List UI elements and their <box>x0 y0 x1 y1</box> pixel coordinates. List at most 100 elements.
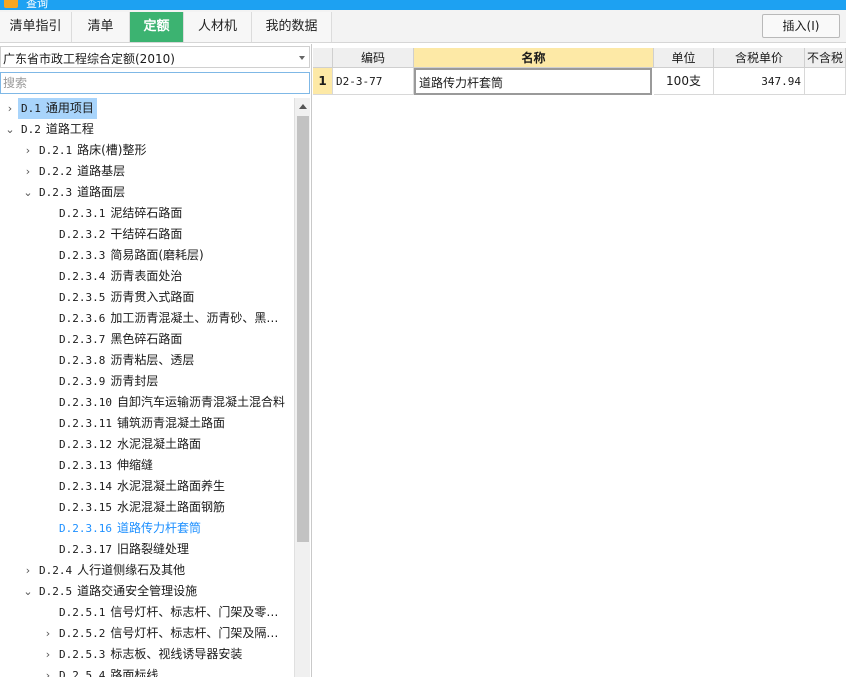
header-unit[interactable]: 单位 <box>654 48 714 68</box>
chevron-right-icon[interactable]: › <box>42 623 54 644</box>
tree-item[interactable]: D.2.3.10 自卸汽车运输沥青混凝土混合料 <box>0 392 294 413</box>
chevron-right-icon[interactable]: › <box>22 140 34 161</box>
tree-item-code: D.2.3.10 <box>59 396 112 409</box>
table-row[interactable]: 1 D2-3-77 道路传力杆套筒 100支 347.94 <box>313 68 846 95</box>
tree-item-name: 简易路面(磨耗层) <box>110 248 204 262</box>
tree-item[interactable]: › D.2.5.3 标志板、视线诱导器安装 <box>0 644 294 665</box>
tab-list-guide[interactable]: 清单指引 <box>0 12 72 42</box>
search-input[interactable] <box>0 72 310 94</box>
cell-tax-price[interactable]: 347.94 <box>714 68 805 95</box>
chevron-right-icon[interactable]: › <box>22 560 34 581</box>
tree-item-label: D.2.3.12 水泥混凝土路面 <box>56 434 204 455</box>
tree-item[interactable]: D.2.3.17 旧路裂缝处理 <box>0 539 294 560</box>
cell-name[interactable]: 道路传力杆套筒 <box>414 68 652 95</box>
tree-item-name: 道路面层 <box>77 185 126 199</box>
tree-item[interactable]: ⌄ D.2.5 道路交通安全管理设施 <box>0 581 294 602</box>
tree-item-code: D.2.5.1 <box>59 606 106 619</box>
tree-item[interactable]: D.2.3.7 黑色碎石路面 <box>0 329 294 350</box>
tree-scrollbar[interactable] <box>294 98 310 677</box>
tree-item[interactable]: D.2.3.12 水泥混凝土路面 <box>0 434 294 455</box>
scroll-thumb[interactable] <box>297 116 309 542</box>
tree-item-name: 水泥混凝土路面养生 <box>116 479 225 493</box>
header-code[interactable]: 编码 <box>333 48 414 68</box>
tab-list[interactable]: 清单 <box>72 12 130 42</box>
tree-item[interactable]: D.2.3.1 泥结碎石路面 <box>0 203 294 224</box>
insert-button[interactable]: 插入(I) <box>762 14 840 38</box>
chevron-right-icon[interactable]: › <box>4 98 16 119</box>
tree-item[interactable]: D.2.3.6 加工沥青混凝土、沥青砂、黑… <box>0 308 294 329</box>
tree-item-code: D.2.3.8 <box>59 354 106 367</box>
tree-item[interactable]: ⌄ D.2 道路工程 <box>0 119 294 140</box>
tree-item-label: D.2.2 道路基层 <box>36 161 128 182</box>
tree-item-code: D.2.3.17 <box>59 543 112 556</box>
tree-item-code: D.2.3.12 <box>59 438 112 451</box>
tree-item[interactable]: › D.1 通用项目 <box>0 98 294 119</box>
tree-item-label: D.2.3.15 水泥混凝土路面钢筋 <box>56 497 228 518</box>
header-rownum <box>313 48 333 68</box>
chevron-down-icon[interactable]: ⌄ <box>4 119 16 140</box>
header-name[interactable]: 名称 <box>414 48 654 68</box>
window-title: 查询 <box>26 0 48 10</box>
tree-item[interactable]: D.2.3.3 简易路面(磨耗层) <box>0 245 294 266</box>
tree-item[interactable]: D.2.3.4 沥青表面处治 <box>0 266 294 287</box>
tree-item[interactable]: D.2.3.14 水泥混凝土路面养生 <box>0 476 294 497</box>
tree-item[interactable]: › D.2.4 人行道侧缘石及其他 <box>0 560 294 581</box>
header-price-ex-tax[interactable]: 不含税 <box>805 48 846 68</box>
tree-item[interactable]: › D.2.5.4 路面标线 <box>0 665 294 677</box>
tree-item-code: D.2.3.16 <box>59 522 112 535</box>
chevron-down-icon[interactable]: ⌄ <box>22 581 34 602</box>
tree-item[interactable]: › D.2.1 路床(槽)整形 <box>0 140 294 161</box>
tree-item[interactable]: › D.2.5.2 信号灯杆、标志杆、门架及隔… <box>0 623 294 644</box>
tab-labor-material-machine[interactable]: 人材机 <box>184 12 252 42</box>
tree-item-label: D.2.3 道路面层 <box>36 182 128 203</box>
tree-item[interactable]: D.2.5.1 信号灯杆、标志杆、门架及零… <box>0 602 294 623</box>
tree-item[interactable]: D.2.3.15 水泥混凝土路面钢筋 <box>0 497 294 518</box>
tree-item-label: D.2.3.5 沥青贯入式路面 <box>56 287 197 308</box>
tree-item-label: D.2.5.4 路面标线 <box>56 665 161 677</box>
tree-item-code: D.1 <box>21 102 41 115</box>
tree-item[interactable]: D.2.3.16 道路传力杆套筒 <box>0 518 294 539</box>
tree-item-name: 加工沥青混凝土、沥青砂、黑… <box>110 311 279 325</box>
tree-item-name: 水泥混凝土路面钢筋 <box>116 500 225 514</box>
tree-item[interactable]: D.2.3.9 沥青封层 <box>0 371 294 392</box>
title-bar: 查询 <box>0 0 846 10</box>
tree-item-code: D.2.5.4 <box>59 669 106 677</box>
cell-unit[interactable]: 100支 <box>654 68 714 95</box>
tree-item-label: D.2.5.1 信号灯杆、标志杆、门架及零… <box>56 602 281 623</box>
header-tax-price[interactable]: 含税单价 <box>714 48 805 68</box>
app-icon <box>4 0 18 8</box>
library-select[interactable]: 广东省市政工程综合定额(2010) <box>0 46 310 68</box>
tab-my-data[interactable]: 我的数据 <box>252 12 332 42</box>
quota-tree: › D.1 通用项目 ⌄ D.2 道路工程 › D.2.1 路床(槽)整形 › D.2.2 道路基层 ⌄… <box>0 98 294 677</box>
tree-item[interactable]: D.2.3.2 干结碎石路面 <box>0 224 294 245</box>
tree-item[interactable]: D.2.3.8 沥青粘层、透层 <box>0 350 294 371</box>
scroll-up-icon[interactable] <box>299 104 307 109</box>
quota-grid-panel: 编码 名称 单位 含税单价 不含税 1 D2-3-77 道路传力杆套筒 100支… <box>313 44 846 677</box>
tree-item[interactable]: ⌄ D.2.3 道路面层 <box>0 182 294 203</box>
tree-item[interactable]: D.2.3.5 沥青贯入式路面 <box>0 287 294 308</box>
tree-item[interactable]: › D.2.2 道路基层 <box>0 161 294 182</box>
chevron-right-icon[interactable]: › <box>22 161 34 182</box>
chevron-right-icon[interactable]: › <box>42 644 54 665</box>
library-select-value: 广东省市政工程综合定额(2010) <box>3 52 175 66</box>
tab-quota[interactable]: 定额 <box>130 12 184 42</box>
tree-item-label: D.2.5.2 信号灯杆、标志杆、门架及隔… <box>56 623 281 644</box>
tree-item[interactable]: D.2.3.11 铺筑沥青混凝土路面 <box>0 413 294 434</box>
tab-bar: 清单指引 清单 定额 人材机 我的数据 插入(I) <box>0 10 846 43</box>
cell-code[interactable]: D2-3-77 <box>333 68 414 95</box>
chevron-down-icon[interactable]: ⌄ <box>22 182 34 203</box>
cell-price-ex-tax[interactable] <box>805 68 846 95</box>
tree-item[interactable]: D.2.3.13 伸缩缝 <box>0 455 294 476</box>
tree-item-name: 沥青粘层、透层 <box>110 353 195 367</box>
chevron-right-icon[interactable]: › <box>42 665 54 677</box>
tree-item-name: 通用项目 <box>45 101 94 115</box>
tree-item-name: 泥结碎石路面 <box>110 206 183 220</box>
row-number[interactable]: 1 <box>313 68 333 95</box>
tree-item-label: D.2.3.16 道路传力杆套筒 <box>56 518 204 539</box>
